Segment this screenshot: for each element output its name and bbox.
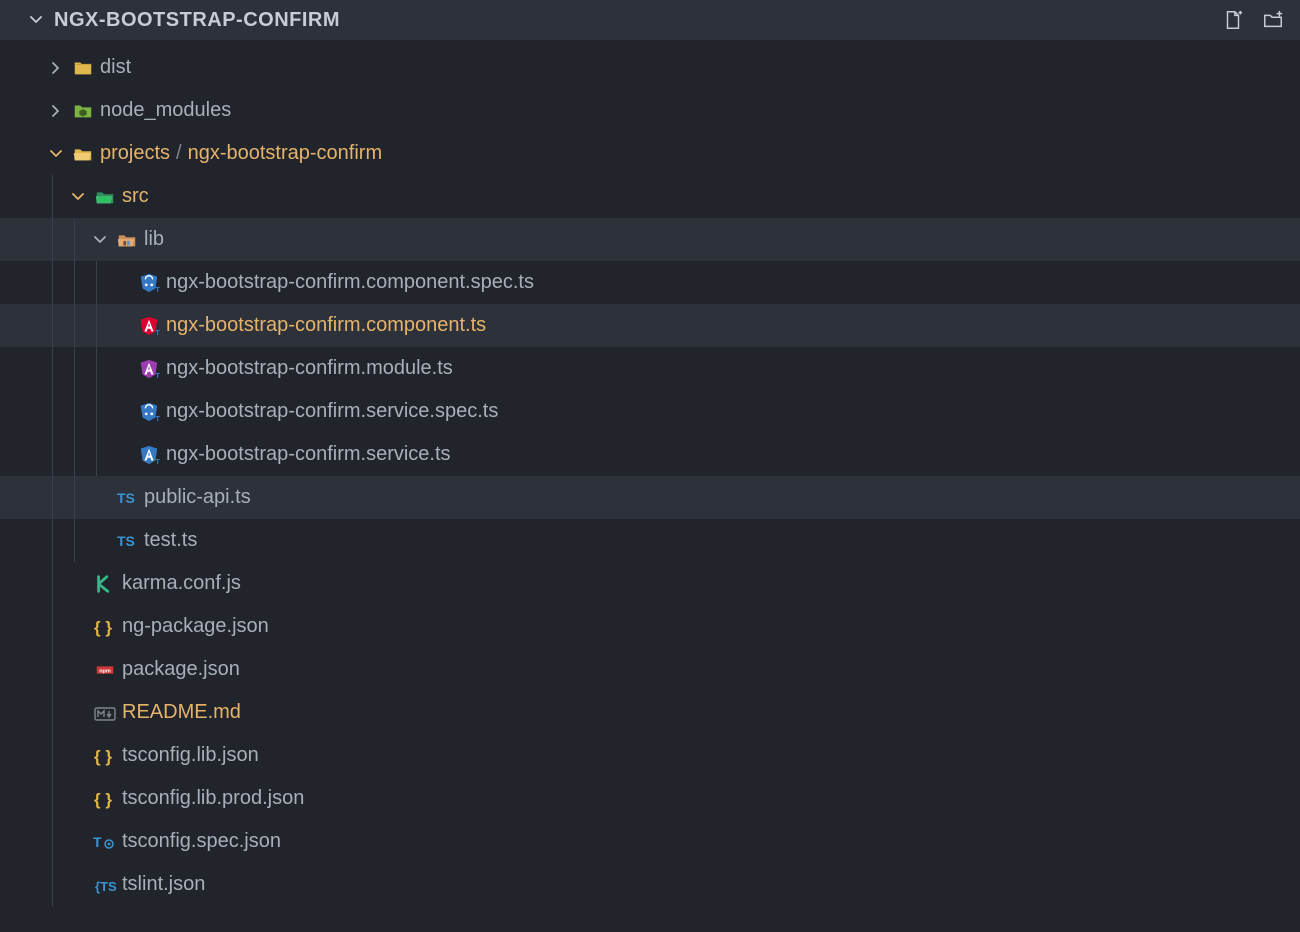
json-icon: { } — [90, 616, 120, 638]
ts-cog-icon: T — [90, 831, 120, 853]
svg-text:{ }: { } — [94, 618, 112, 637]
folder-node-icon — [68, 100, 98, 122]
tree-item-label: tsconfig.lib.prod.json — [120, 787, 304, 810]
tree-item-label: karma.conf.js — [120, 572, 241, 595]
ng-blue-icon: TS — [134, 444, 164, 466]
tree-item-label: lib — [142, 228, 164, 251]
svg-text:TS: TS — [155, 457, 160, 466]
folder-src-icon: </> — [90, 186, 120, 208]
tree-folder[interactable]: projects/ngx-bootstrap-confirm — [0, 132, 1300, 175]
tree-item-label: projects/ngx-bootstrap-confirm — [98, 142, 382, 165]
tree-file[interactable]: TS test.ts — [0, 519, 1300, 562]
tree-item-label: ng-package.json — [120, 615, 269, 638]
tree-file[interactable]: karma.conf.js — [0, 562, 1300, 605]
tree-file[interactable]: TS ngx-bootstrap-confirm.service.ts — [0, 433, 1300, 476]
ts-icon: TS — [112, 487, 142, 509]
svg-text:TS: TS — [117, 533, 135, 549]
tree-item-label: public-api.ts — [142, 486, 251, 509]
ts-icon: TS — [112, 530, 142, 552]
svg-text:{ }: { } — [94, 747, 112, 766]
tree-file[interactable]: TS ngx-bootstrap-confirm.module.ts — [0, 347, 1300, 390]
tree-folder[interactable]: lib — [0, 218, 1300, 261]
svg-text:T: T — [93, 834, 102, 850]
tree-file[interactable]: npm package.json — [0, 648, 1300, 691]
tree-file[interactable]: TS public-api.ts — [0, 476, 1300, 519]
tree-item-label: README.md — [120, 701, 241, 724]
tree-item-label: tsconfig.spec.json — [120, 830, 281, 853]
json-icon: { } — [90, 745, 120, 767]
tree-item-label: package.json — [120, 658, 240, 681]
ng-spec-icon: TS — [134, 272, 164, 294]
tree-item-label: ngx-bootstrap-confirm.service.spec.ts — [164, 400, 498, 423]
tree-file[interactable]: TS ngx-bootstrap-confirm.service.spec.ts — [0, 390, 1300, 433]
tree-item-label: ngx-bootstrap-confirm.service.ts — [164, 443, 451, 466]
tree-file[interactable]: Ttsconfig.spec.json — [0, 820, 1300, 863]
tree-folder[interactable]: node_modules — [0, 89, 1300, 132]
tree-item-label: ngx-bootstrap-confirm.component.spec.ts — [164, 271, 534, 294]
tree-item-label: tslint.json — [120, 873, 205, 896]
new-file-icon[interactable] — [1222, 9, 1244, 31]
tree-file[interactable]: README.md — [0, 691, 1300, 734]
tslint-icon: {TS} — [90, 874, 120, 896]
folder-yellow-icon — [68, 57, 98, 79]
ng-spec-icon: TS — [134, 401, 164, 423]
tree-file[interactable]: TS ngx-bootstrap-confirm.component.ts — [0, 304, 1300, 347]
svg-text:TS: TS — [155, 371, 160, 380]
tree-item-label: test.ts — [142, 529, 197, 552]
tree-file[interactable]: {TS}tslint.json — [0, 863, 1300, 906]
tree-folder[interactable]: dist — [0, 46, 1300, 89]
npm-icon: npm — [90, 659, 120, 681]
tree-item-label: ngx-bootstrap-confirm.module.ts — [164, 357, 453, 380]
tree-item-label: tsconfig.lib.json — [120, 744, 259, 767]
tree-file[interactable]: { } tsconfig.lib.json — [0, 734, 1300, 777]
new-folder-icon[interactable] — [1262, 9, 1284, 31]
ng-red-icon: TS — [134, 315, 164, 337]
folder-open-icon — [68, 143, 98, 165]
svg-text:TS: TS — [117, 490, 135, 506]
tree-file[interactable]: { } tsconfig.lib.prod.json — [0, 777, 1300, 820]
svg-text:{TS}: {TS} — [95, 879, 117, 894]
svg-text:{ }: { } — [94, 790, 112, 809]
chevron-down-icon[interactable] — [88, 232, 112, 248]
file-tree: dist node_modules projects/ngx-bootstrap-c… — [0, 40, 1300, 906]
svg-text:TS: TS — [155, 328, 160, 337]
svg-text:npm: npm — [99, 668, 111, 674]
tree-folder[interactable]: </> src — [0, 175, 1300, 218]
tree-item-label: src — [120, 185, 149, 208]
svg-text:</>: </> — [99, 195, 110, 204]
chevron-right-icon[interactable] — [44, 103, 68, 119]
tree-item-label: node_modules — [98, 99, 231, 122]
json-icon: { } — [90, 788, 120, 810]
tree-file[interactable]: TS ngx-bootstrap-confirm.component.spec.t… — [0, 261, 1300, 304]
chevron-down-icon[interactable] — [44, 146, 68, 162]
chevron-down-icon[interactable] — [28, 12, 44, 28]
chevron-down-icon[interactable] — [66, 189, 90, 205]
tree-item-label: dist — [98, 56, 131, 79]
svg-text:TS: TS — [155, 414, 160, 423]
ng-purple-icon: TS — [134, 358, 164, 380]
svg-text:TS: TS — [155, 285, 160, 294]
tree-file[interactable]: { } ng-package.json — [0, 605, 1300, 648]
project-title: NGX-BOOTSTRAP-CONFIRM — [54, 9, 1222, 32]
tree-item-label: ngx-bootstrap-confirm.component.ts — [164, 314, 486, 337]
chevron-right-icon[interactable] — [44, 60, 68, 76]
explorer-header: NGX-BOOTSTRAP-CONFIRM — [0, 0, 1300, 40]
karma-icon — [90, 573, 120, 595]
folder-lib-icon — [112, 229, 142, 251]
md-icon — [90, 702, 120, 724]
